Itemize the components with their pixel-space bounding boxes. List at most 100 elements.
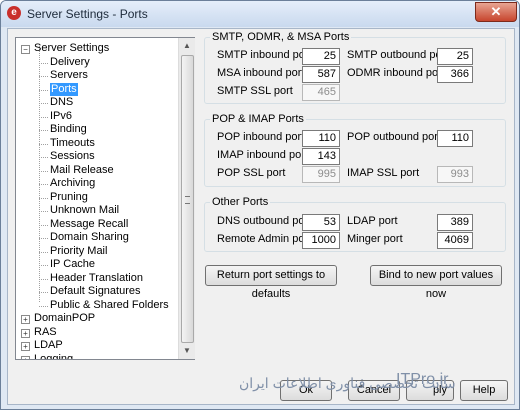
tree-branch-line xyxy=(39,116,48,118)
close-icon: ✕ xyxy=(490,4,502,19)
server-settings-window: e Server Settings - Ports ✕ − Server Sett… xyxy=(0,0,520,410)
tree-item-pruning[interactable]: Pruning xyxy=(50,191,88,204)
tree-item-mail-release[interactable]: Mail Release xyxy=(50,164,114,177)
dns-outbound-input[interactable]: 53 xyxy=(302,214,340,231)
dialog-body: − Server Settings Delivery Servers Ports DNS I… xyxy=(7,28,515,405)
tree-item-archiving[interactable]: Archiving xyxy=(50,177,95,190)
tree-item-default-signatures[interactable]: Default Signatures xyxy=(50,285,141,298)
smtp-ssl-label: SMTP SSL port xyxy=(217,85,293,97)
tree-branch-line xyxy=(39,278,48,280)
tree-branch-line xyxy=(39,157,48,158)
tree-scrollbar[interactable]: ▲ ▼ xyxy=(178,38,195,359)
other-ports-group: Other Ports DNS outbound port 53 LDAP po… xyxy=(204,196,506,252)
tree-item-dns[interactable]: DNS xyxy=(50,96,73,109)
tree-node-ras[interactable]: RAS xyxy=(34,326,57,339)
tree-node-ldap[interactable]: LDAP xyxy=(34,339,63,352)
imap-inbound-label: IMAP inbound port xyxy=(217,149,308,161)
smtp-outbound-label: SMTP outbound port xyxy=(347,49,449,61)
ldap-port-input[interactable]: 389 xyxy=(437,214,473,231)
msa-inbound-input[interactable]: 587 xyxy=(302,66,340,83)
app-icon: e xyxy=(7,6,21,20)
tree-branch-line xyxy=(39,89,48,91)
tree-node-domainpop[interactable]: DomainPOP xyxy=(34,312,95,325)
imap-ssl-input[interactable]: 993 xyxy=(437,166,473,183)
tree-branch-line xyxy=(39,211,48,212)
pop-ssl-input[interactable]: 995 xyxy=(302,166,340,183)
tree-item-sessions[interactable]: Sessions xyxy=(50,150,95,163)
tree-branch-line xyxy=(39,130,48,131)
remote-admin-label: Remote Admin port xyxy=(217,233,312,245)
close-button[interactable]: ✕ xyxy=(475,2,517,22)
tree-branch-line xyxy=(39,103,48,104)
tree-item-binding[interactable]: Binding xyxy=(50,123,87,136)
minger-port-input[interactable]: 4069 xyxy=(437,232,473,249)
remote-admin-input[interactable]: 1000 xyxy=(302,232,340,249)
tree-branch-line xyxy=(39,265,48,266)
scroll-grip-icon xyxy=(185,196,190,204)
tree-item-unknown-mail[interactable]: Unknown Mail xyxy=(50,204,119,217)
tree-branch-line xyxy=(39,143,48,145)
tree-branch-line xyxy=(39,76,48,77)
pop-inbound-input[interactable]: 110 xyxy=(302,130,340,147)
tree-node-server-settings[interactable]: Server Settings xyxy=(34,42,109,55)
tree-item-public-shared-folders[interactable]: Public & Shared Folders xyxy=(50,299,169,312)
smtp-outbound-input[interactable]: 25 xyxy=(437,48,473,65)
pop-outbound-label: POP outbound port xyxy=(347,131,441,143)
title-bar[interactable]: e Server Settings - Ports ✕ xyxy=(1,1,519,27)
tree-branch-line xyxy=(39,251,48,253)
tree-branch-line xyxy=(39,184,48,185)
tree-branch-line xyxy=(39,292,48,293)
tree-node-logging[interactable]: Logging xyxy=(34,353,73,360)
pop-inbound-label: POP inbound port xyxy=(217,131,305,143)
tree-connector-line xyxy=(39,46,40,302)
tree-branch-line xyxy=(39,62,48,64)
smtp-ssl-input[interactable]: 465 xyxy=(302,84,340,101)
collapse-icon[interactable]: − xyxy=(21,45,30,54)
tree-item-ip-cache[interactable]: IP Cache xyxy=(50,258,95,271)
tree-items: − Server Settings Delivery Servers Ports DNS I… xyxy=(16,38,178,359)
tree-branch-line xyxy=(39,305,48,307)
tree-item-timeouts[interactable]: Timeouts xyxy=(50,137,95,150)
tree-branch-line xyxy=(39,238,48,239)
watermark-brand: ITPro.ir xyxy=(396,371,449,388)
tree-item-message-recall[interactable]: Message Recall xyxy=(50,218,128,231)
return-defaults-button[interactable]: Return port settings to defaults xyxy=(205,265,337,300)
scroll-down-arrow-icon[interactable]: ▼ xyxy=(179,343,195,359)
smtp-ports-group: SMTP, ODMR, & MSA Ports SMTP inbound por… xyxy=(204,31,506,104)
help-button[interactable]: Help xyxy=(460,380,508,401)
settings-tree[interactable]: − Server Settings Delivery Servers Ports DNS I… xyxy=(15,37,195,360)
expand-icon[interactable]: + xyxy=(21,315,30,324)
window-title: Server Settings - Ports xyxy=(27,7,148,21)
imap-ssl-label: IMAP SSL port xyxy=(347,167,420,179)
smtp-inbound-label: SMTP inbound port xyxy=(217,49,312,61)
pop-outbound-input[interactable]: 110 xyxy=(437,130,473,147)
other-group-title: Other Ports xyxy=(210,196,271,208)
msa-inbound-label: MSA inbound port xyxy=(217,67,305,79)
smtp-group-title: SMTP, ODMR, & MSA Ports xyxy=(210,31,352,43)
tree-item-priority-mail[interactable]: Priority Mail xyxy=(50,245,107,258)
scroll-up-arrow-icon[interactable]: ▲ xyxy=(179,38,195,54)
tree-item-domain-sharing[interactable]: Domain Sharing xyxy=(50,231,129,244)
tree-branch-line xyxy=(39,170,48,172)
pop-imap-ports-group: POP & IMAP Ports POP inbound port 110 PO… xyxy=(204,113,506,187)
bind-new-ports-button[interactable]: Bind to new port values now xyxy=(370,265,502,300)
tree-item-ports[interactable]: Ports xyxy=(50,82,78,96)
expand-icon[interactable]: + xyxy=(21,355,30,359)
scroll-thumb[interactable] xyxy=(181,55,194,343)
odmr-inbound-input[interactable]: 366 xyxy=(437,66,473,83)
odmr-inbound-label: ODMR inbound port xyxy=(347,67,445,79)
expand-icon[interactable]: + xyxy=(21,342,30,351)
expand-icon[interactable]: + xyxy=(21,328,30,338)
ldap-port-label: LDAP port xyxy=(347,215,398,227)
tree-item-ipv6[interactable]: IPv6 xyxy=(50,110,72,123)
imap-inbound-input[interactable]: 143 xyxy=(302,148,340,165)
smtp-inbound-input[interactable]: 25 xyxy=(302,48,340,65)
tree-branch-line xyxy=(39,224,48,226)
minger-port-label: Minger port xyxy=(347,233,403,245)
tree-item-header-translation[interactable]: Header Translation xyxy=(50,272,143,285)
tree-item-servers[interactable]: Servers xyxy=(50,69,88,82)
pop-group-title: POP & IMAP Ports xyxy=(210,113,306,125)
pop-ssl-label: POP SSL port xyxy=(217,167,286,179)
tree-item-delivery[interactable]: Delivery xyxy=(50,56,90,69)
dns-outbound-label: DNS outbound port xyxy=(217,215,312,227)
